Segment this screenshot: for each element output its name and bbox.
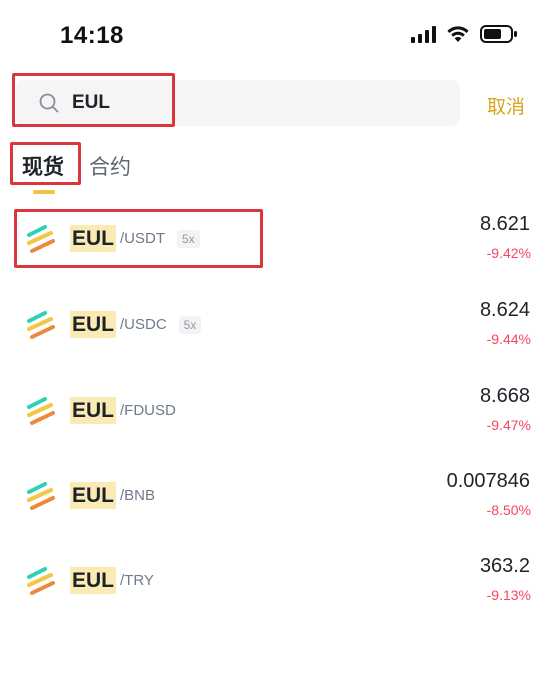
trading-pair: EUL /USDC 5x [70, 311, 202, 338]
price-change: -9.44% [486, 331, 531, 347]
eul-coin-icon [27, 567, 55, 595]
trading-pair: EUL /TRY [70, 567, 154, 594]
quote-asset: /USDT [120, 230, 165, 247]
eul-coin-icon [27, 225, 55, 253]
market-row[interactable]: EUL /FDUSD 8.668 -9.47% [0, 381, 554, 441]
eul-coin-icon [27, 397, 55, 425]
cancel-button[interactable]: 取消 [487, 92, 525, 119]
tab-active-indicator [33, 190, 55, 194]
market-row[interactable]: EUL /USDC 5x 8.624 -9.44% [0, 295, 554, 355]
signal-icon [411, 25, 436, 43]
market-row[interactable]: EUL /TRY 363.2 -9.13% [0, 551, 554, 611]
last-price: 8.624 [479, 299, 530, 321]
trading-pair: EUL /FDUSD [70, 397, 176, 424]
quote-asset: /BNB [120, 487, 156, 504]
leverage-badge: 5x [177, 229, 200, 248]
last-price: 0.007846 [446, 470, 530, 492]
search-box[interactable]: EUL [16, 80, 460, 126]
eul-coin-icon [27, 482, 55, 510]
eul-coin-icon [27, 311, 55, 339]
leverage-badge: 5x [178, 315, 202, 334]
price-change: -9.13% [486, 587, 531, 603]
base-asset: EUL [70, 567, 116, 594]
price-change: -8.50% [486, 502, 531, 518]
market-row[interactable]: EUL /BNB 0.007846 -8.50% [0, 466, 554, 526]
price-change: -9.47% [486, 417, 531, 433]
last-price: 8.621 [479, 213, 530, 235]
status-icons [411, 24, 518, 44]
status-time: 14:18 [60, 22, 124, 49]
last-price: 363.2 [479, 555, 530, 577]
tab-futures[interactable]: 合约 [89, 151, 131, 181]
base-asset: EUL [70, 482, 116, 509]
quote-asset: /TRY [120, 572, 154, 589]
price-change: -9.42% [486, 245, 531, 261]
base-asset: EUL [70, 397, 116, 424]
battery-icon [480, 25, 517, 43]
market-row[interactable]: EUL /USDT 5x 8.621 -9.42% [0, 209, 554, 269]
search-icon [39, 93, 59, 113]
base-asset: EUL [70, 311, 116, 338]
quote-asset: /FDUSD [120, 402, 176, 419]
base-asset: EUL [70, 225, 116, 252]
quote-asset: /USDC [120, 316, 167, 333]
status-bar: 14:18 [0, 0, 554, 60]
last-price: 8.668 [479, 385, 530, 407]
trading-pair: EUL /BNB [70, 482, 155, 509]
search-input[interactable]: EUL [72, 92, 110, 114]
tab-spot[interactable]: 现货 [22, 151, 64, 181]
trading-pair: EUL /USDT 5x [70, 225, 200, 252]
wifi-icon [447, 26, 469, 42]
